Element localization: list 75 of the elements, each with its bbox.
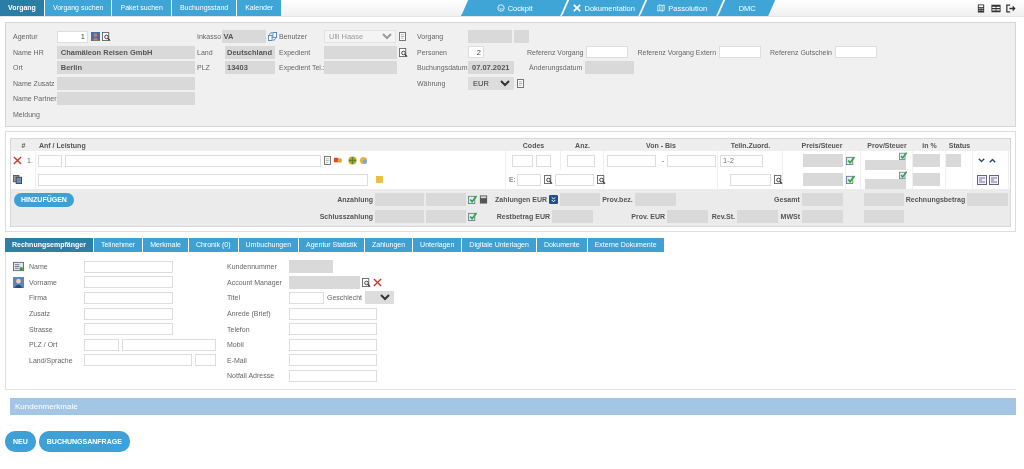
check-icon[interactable] bbox=[468, 212, 477, 221]
text-field[interactable] bbox=[554, 173, 594, 186]
text-field[interactable] bbox=[84, 276, 173, 289]
text-field[interactable] bbox=[289, 369, 377, 382]
expand-icon[interactable] bbox=[549, 195, 559, 204]
text-field[interactable] bbox=[84, 260, 173, 273]
text-field[interactable] bbox=[289, 338, 377, 351]
section-header[interactable]: Kundenmerkmale bbox=[10, 398, 1016, 415]
text-field[interactable] bbox=[122, 338, 216, 351]
text-field[interactable] bbox=[38, 173, 368, 186]
search-icon[interactable] bbox=[102, 32, 111, 42]
swap-icon[interactable] bbox=[268, 32, 277, 42]
copy-icon[interactable] bbox=[13, 175, 22, 184]
dropdown[interactable] bbox=[365, 291, 395, 305]
text-field[interactable] bbox=[730, 173, 771, 186]
search-icon[interactable] bbox=[596, 175, 606, 184]
search-icon[interactable] bbox=[362, 277, 371, 287]
text-field[interactable] bbox=[566, 154, 595, 167]
readonly-field bbox=[865, 160, 906, 170]
calculator-icon[interactable] bbox=[976, 3, 986, 13]
text-field[interactable] bbox=[65, 154, 321, 167]
text-field[interactable] bbox=[289, 292, 324, 304]
readonly-field bbox=[913, 154, 940, 167]
readonly-field bbox=[289, 275, 360, 289]
text-field[interactable] bbox=[834, 46, 877, 59]
text-field[interactable] bbox=[586, 46, 629, 59]
person-icon[interactable] bbox=[13, 276, 24, 288]
readonly-field bbox=[803, 154, 843, 167]
text-field[interactable] bbox=[289, 354, 377, 367]
logout-icon[interactable] bbox=[1006, 3, 1016, 13]
text-field[interactable] bbox=[536, 154, 551, 167]
search-icon[interactable] bbox=[399, 47, 408, 57]
tools-icon bbox=[573, 4, 582, 12]
text-field[interactable] bbox=[84, 338, 119, 351]
chevron-down-icon[interactable] bbox=[977, 156, 986, 165]
text-field[interactable] bbox=[84, 354, 192, 367]
delete-icon[interactable] bbox=[373, 277, 382, 287]
agency-icon[interactable] bbox=[91, 32, 100, 42]
document-icon[interactable] bbox=[324, 156, 331, 165]
calculator-icon[interactable] bbox=[479, 195, 488, 204]
table-icon[interactable] bbox=[991, 3, 1001, 13]
text-field[interactable] bbox=[195, 354, 216, 367]
readonly-field bbox=[913, 173, 940, 186]
check-icon[interactable] bbox=[899, 171, 907, 179]
text-field[interactable] bbox=[516, 173, 541, 186]
gauge-icon bbox=[496, 4, 505, 12]
text-field[interactable] bbox=[38, 154, 62, 167]
date-field[interactable] bbox=[607, 154, 656, 167]
check-icon[interactable] bbox=[468, 195, 477, 204]
map-icon bbox=[657, 4, 666, 12]
readonly-field bbox=[946, 154, 961, 167]
text-field[interactable] bbox=[84, 323, 173, 336]
check-icon[interactable] bbox=[899, 152, 907, 160]
globe-icon[interactable] bbox=[348, 156, 357, 165]
text-field[interactable] bbox=[512, 154, 533, 167]
readonly-field bbox=[865, 179, 906, 189]
text-field[interactable] bbox=[719, 46, 762, 59]
search-icon[interactable] bbox=[543, 175, 553, 184]
card-icon[interactable] bbox=[977, 174, 987, 185]
text-field[interactable] bbox=[84, 307, 173, 320]
delete-icon[interactable] bbox=[13, 156, 22, 165]
contact-card-icon[interactable] bbox=[13, 261, 24, 273]
text-field[interactable] bbox=[289, 307, 377, 320]
document-icon[interactable] bbox=[517, 78, 524, 88]
document-icon[interactable] bbox=[399, 32, 406, 42]
search-icon[interactable] bbox=[774, 175, 783, 184]
readonly-field bbox=[803, 173, 843, 186]
check-icon[interactable] bbox=[846, 175, 855, 184]
text-field[interactable] bbox=[289, 323, 377, 336]
card-icon[interactable] bbox=[989, 174, 999, 185]
readonly-field bbox=[289, 260, 333, 274]
check-icon[interactable] bbox=[846, 156, 855, 165]
text-field[interactable] bbox=[84, 292, 173, 304]
chevron-up-icon[interactable] bbox=[988, 156, 997, 165]
date-field[interactable] bbox=[667, 154, 717, 167]
